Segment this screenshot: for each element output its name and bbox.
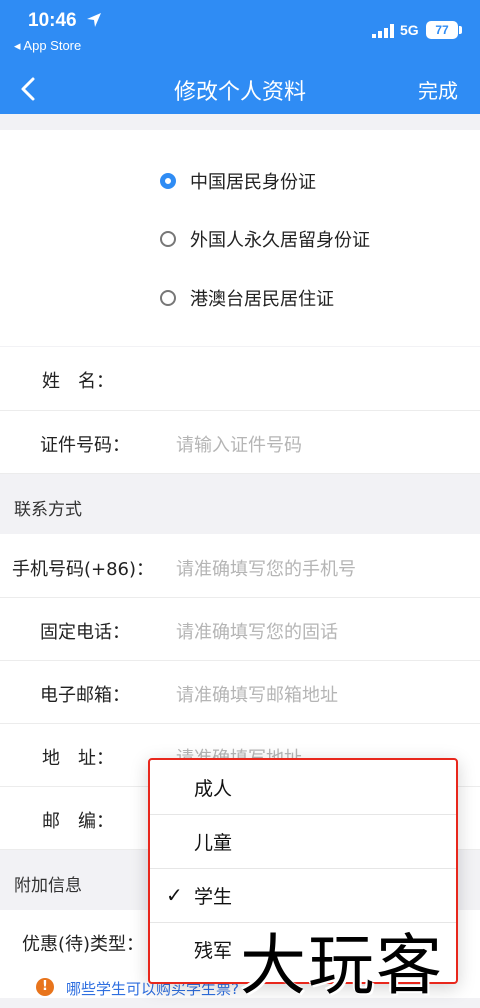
postcode-label: 邮 编： [42, 811, 114, 832]
id-type-label: 外国人永久居留身份证 [190, 230, 370, 251]
mobile-input[interactable]: 请准确填写您的手机号 [176, 555, 356, 581]
mobile-row: 手机号码(+86)： 请准确填写您的手机号 [0, 534, 480, 598]
radio-unselected-icon [160, 290, 176, 306]
section-title: 附加信息 [14, 876, 82, 896]
radio-selected-icon [160, 173, 176, 189]
page-title: 修改个人资料 [173, 80, 306, 105]
network-type: 5G [400, 22, 419, 38]
id-type-label: 中国居民身份证 [190, 172, 316, 193]
battery-tip [459, 26, 462, 34]
name-label: 姓 名： [42, 371, 114, 392]
mobile-label: 手机号码(+86)： [12, 559, 155, 580]
radio-unselected-icon [160, 231, 176, 247]
nav-bar: 修改个人资料 完成 [0, 64, 480, 114]
contact-section-header: 联系方式 [0, 474, 480, 534]
back-to-app-store[interactable]: ◂ App Store [14, 38, 81, 54]
status-bar: 10:46 ◂ App Store 5G 77 [0, 0, 480, 64]
menu-option-adult[interactable]: 成人 [150, 760, 456, 815]
done-button[interactable]: 完成 [418, 75, 458, 104]
battery-icon: 77 [426, 21, 458, 39]
email-input[interactable]: 请准确填写邮箱地址 [176, 681, 338, 707]
email-label: 电子邮箱： [40, 685, 130, 706]
landline-label: 固定电话： [40, 622, 130, 643]
menu-option-label: 儿童 [194, 832, 233, 854]
id-type-option-china[interactable]: 中国居民身份证 [160, 166, 316, 196]
checkmark-icon: ✓ [166, 883, 183, 907]
warning-icon: ! [36, 978, 54, 996]
id-type-label: 港澳台居民居住证 [190, 289, 334, 310]
id-type-option-foreigner[interactable]: 外国人永久居留身份证 [160, 224, 370, 254]
status-time: 10:46 [28, 10, 77, 31]
location-arrow-icon [87, 13, 101, 27]
discount-type-label: 优惠(待)类型： [22, 934, 145, 955]
landline-input[interactable]: 请准确填写您的固话 [176, 618, 338, 644]
menu-option-label: 残军 [194, 940, 233, 962]
id-number-label: 证件号码： [40, 435, 130, 456]
name-row[interactable]: 姓 名： [0, 347, 480, 411]
email-row: 电子邮箱： 请准确填写邮箱地址 [0, 661, 480, 724]
menu-option-label: 学生 [194, 886, 233, 908]
id-type-option-hmt[interactable]: 港澳台居民居住证 [160, 283, 334, 313]
menu-option-label: 成人 [194, 778, 233, 800]
menu-option-child[interactable]: 儿童 [150, 814, 456, 869]
address-label: 地 址： [42, 748, 114, 769]
cellular-signal-icon [372, 24, 394, 38]
id-type-card: 中国居民身份证 外国人永久居留身份证 港澳台居民居住证 [0, 130, 480, 346]
watermark-text: 大玩客 [240, 927, 444, 1004]
section-title: 联系方式 [14, 500, 82, 520]
id-number-row: 证件号码： 请输入证件号码 [0, 411, 480, 474]
landline-row: 固定电话： 请准确填写您的固话 [0, 598, 480, 661]
id-number-input[interactable]: 请输入证件号码 [176, 431, 302, 457]
